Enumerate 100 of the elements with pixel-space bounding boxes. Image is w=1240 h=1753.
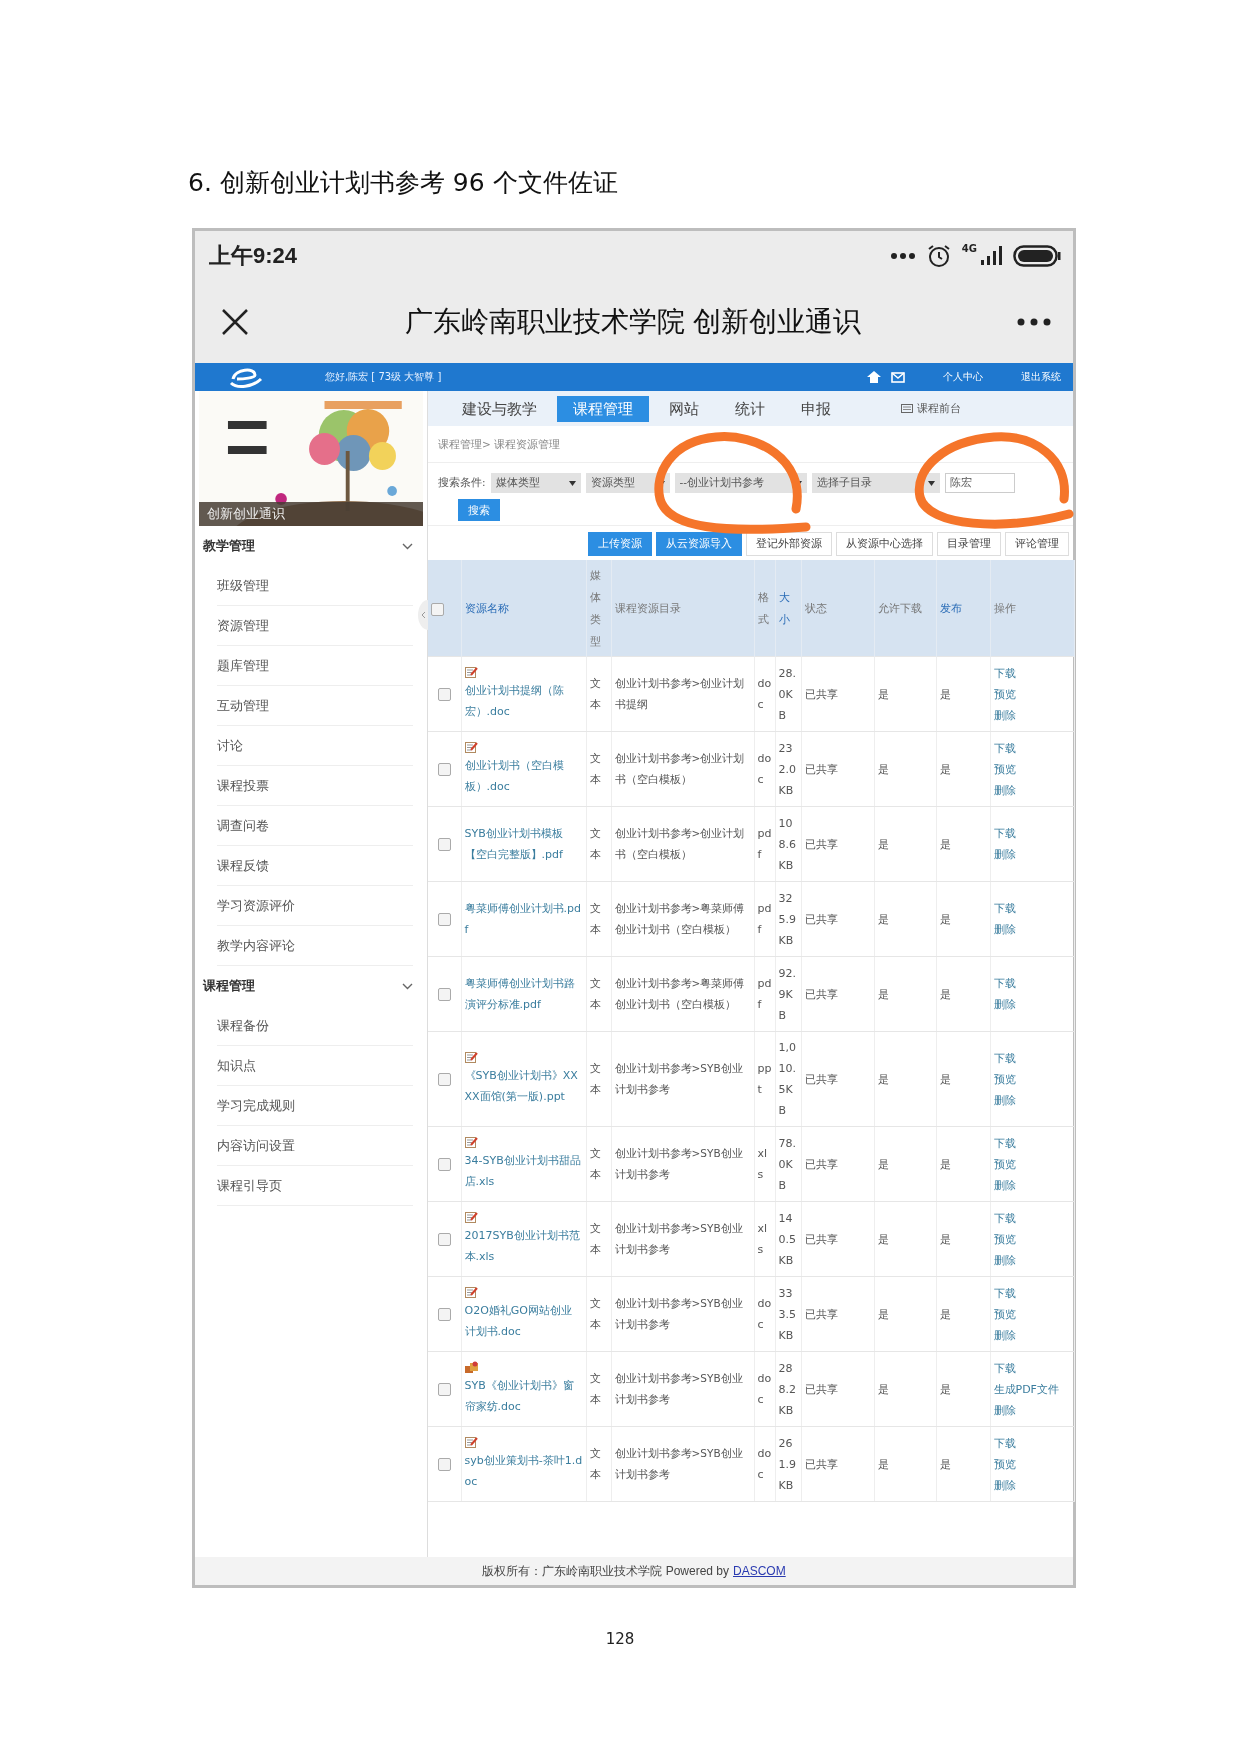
row-action-link[interactable]: 下载 [993,823,1071,844]
row-action-link[interactable]: 删除 [993,919,1071,940]
dropdown[interactable]: --创业计划书参考 [674,473,807,493]
action-button[interactable]: 上传资源 [588,532,652,556]
row-action-link[interactable]: 预览 [993,1453,1071,1475]
table-cell-text: 是 [877,911,890,928]
action-button[interactable]: 登记外部资源 [746,532,832,556]
front-link[interactable]: 课程前台 [917,401,961,416]
sidebar-item[interactable]: 学习资源评价 [217,886,413,926]
action-button[interactable]: 评论管理 [1005,532,1069,556]
sidebar-item[interactable]: 班级管理 [217,566,413,606]
sidebar-item[interactable]: 学习完成规则 [217,1086,413,1126]
search-button[interactable]: 搜索 [458,499,500,521]
sidebar-item[interactable]: 教学内容评论 [217,926,413,966]
table-cell-text: 261.9KB [778,1435,797,1494]
row-action-link[interactable]: 下载 [993,1047,1071,1069]
table-cell-text: 是 [877,986,890,1003]
table-cell-text: 是 [877,836,890,853]
action-button[interactable]: 目录管理 [937,532,1001,556]
nav-tab[interactable]: 统计 [719,395,781,422]
table-cell-text: 已共享 [804,1231,839,1248]
sidebar-item[interactable]: 资源管理 [217,606,413,646]
row-action-link[interactable]: 下载 [993,973,1071,994]
sidebar-item[interactable]: 内容访问设置 [217,1126,413,1166]
greeting-text: 您好,陈宏 [ 73级 大智尊 ] [325,370,443,384]
dropdown[interactable]: 资源类型 [585,473,670,493]
row-action-link[interactable]: 删除 [993,994,1071,1015]
table-cell-text: ppt [757,1061,772,1098]
nav-tab[interactable]: 课程管理 [557,395,649,422]
table-cell-text: 文本 [589,1061,602,1098]
page-number: 128 [604,1630,636,1648]
sidebar-item[interactable]: 课程引导页 [217,1166,413,1206]
row-action-link[interactable]: 删除 [993,704,1071,726]
status-time: 上午9:24 [209,242,298,270]
table-cell-text: 已共享 [804,1456,839,1473]
row-action-link[interactable]: 预览 [993,1228,1071,1250]
sidebar-item[interactable]: 知识点 [217,1046,413,1086]
row-action-link[interactable]: 生成PDF文件 [993,1378,1071,1400]
dropdown[interactable]: 媒体类型 [490,473,581,493]
keyword-field[interactable]: 陈宏 [944,473,1015,493]
header-link[interactable]: 退出系统 [1021,370,1061,384]
row-action-link[interactable]: 删除 [993,779,1071,801]
nav-tab[interactable]: 建设与教学 [446,395,553,422]
sidebar-item[interactable]: 课程备份 [217,1006,413,1046]
row-action-link[interactable]: 预览 [993,683,1071,705]
table-cell-text: 是 [877,1071,890,1088]
sidebar-item[interactable]: 讨论 [217,726,413,766]
table-cell-text: 创业计划书参考>创业计划书（空白模板） [614,751,746,787]
table-cell-text: 是 [939,1456,952,1473]
sidebar-item[interactable]: 题库管理 [217,646,413,686]
table-cell-text: xls [757,1146,769,1183]
row-action-link[interactable]: 删除 [993,1249,1071,1271]
sidebar-item[interactable]: 课程投票 [217,766,413,806]
column-header: 状态 [804,601,828,616]
table-cell-text: 文本 [589,976,602,1013]
row-action-link[interactable]: 预览 [993,1153,1071,1175]
nav-tab[interactable]: 申报 [785,395,847,422]
row-action-link[interactable]: 删除 [993,1089,1071,1111]
action-button[interactable]: 从资源中心选择 [836,532,933,556]
row-action-link[interactable]: 预览 [993,758,1071,780]
action-button[interactable]: 从云资源导入 [656,532,742,556]
row-action-link[interactable]: 下载 [993,1207,1071,1229]
table-cell-text: 288.2KB [778,1360,797,1419]
column-header: 格式 [757,590,770,627]
header-link[interactable]: 个人中心 [943,370,983,384]
row-action-link[interactable]: 删除 [993,844,1071,865]
nav-tab[interactable]: 网站 [653,395,715,422]
row-action-link[interactable]: 下载 [993,898,1071,919]
sidebar-item[interactable]: 课程反馈 [217,846,413,886]
table-cell-text: 28.0KB [778,665,797,724]
row-action-link[interactable]: 下载 [993,662,1071,684]
table-cell-text: pdf [757,976,772,1013]
row-action-link[interactable]: 下载 [993,1357,1071,1379]
table-cell-text: 文本 [589,1146,602,1183]
table-cell-text: 78.0KB [778,1135,797,1194]
row-action-link[interactable]: 下载 [993,1282,1071,1304]
table-cell-text: 是 [939,761,952,778]
sidebar-item[interactable]: 调查问卷 [217,806,413,846]
table-cell-text: 创业计划书参考>SYB创业计划书参考 [614,1061,744,1097]
table-cell-text: 文本 [589,1296,602,1333]
table-cell-text: 是 [877,1156,890,1173]
vendor-link[interactable]: DASCOM [733,1564,786,1578]
sidebar-item[interactable]: 互动管理 [217,686,413,726]
row-action-link[interactable]: 预览 [993,1068,1071,1090]
table-cell-text: 是 [877,1381,890,1398]
row-action-link[interactable]: 删除 [993,1324,1071,1346]
dropdown[interactable]: 选择子目录 [811,473,940,493]
row-action-link[interactable]: 下载 [993,1432,1071,1454]
row-action-link[interactable]: 删除 [993,1474,1071,1496]
table-cell-text: 文本 [589,1371,602,1408]
table-cell-text: 文本 [589,901,602,938]
row-action-link[interactable]: 删除 [993,1174,1071,1196]
row-action-link[interactable]: 下载 [993,1132,1071,1154]
row-action-link[interactable]: 预览 [993,1303,1071,1325]
row-action-link[interactable]: 删除 [993,1399,1071,1421]
table-cell-text: 是 [939,836,952,853]
column-header: 课程资源目录 [614,601,682,616]
table-cell-text: 是 [939,1156,952,1173]
row-action-link[interactable]: 下载 [993,737,1071,759]
network-label: 4G [961,243,977,254]
